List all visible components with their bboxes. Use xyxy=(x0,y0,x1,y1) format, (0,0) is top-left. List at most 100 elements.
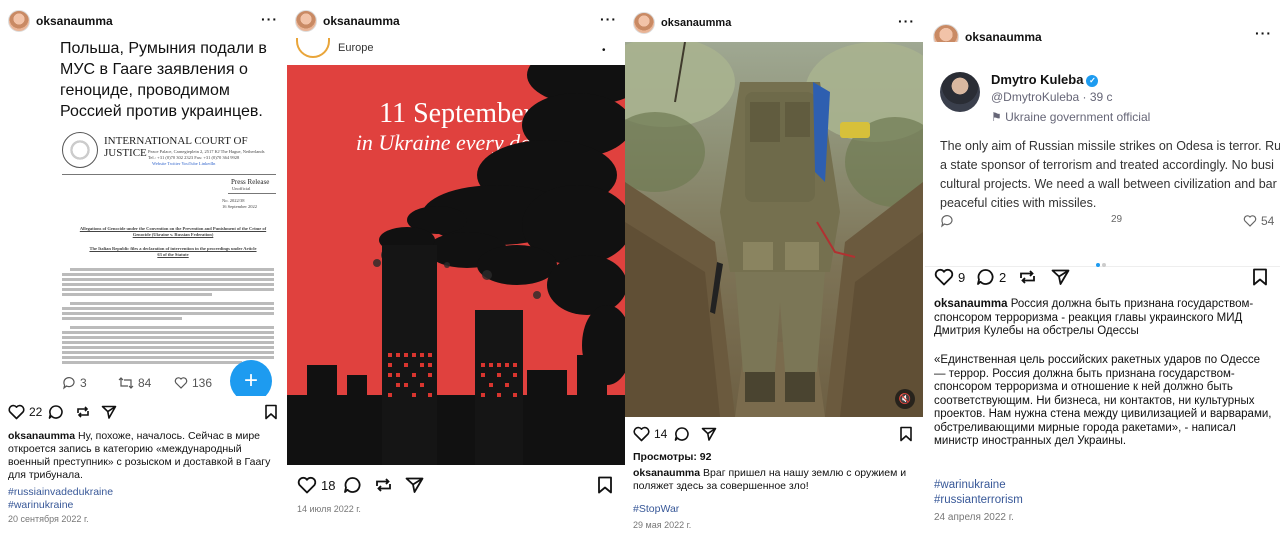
save-button[interactable] xyxy=(597,476,613,494)
username[interactable]: oksanaumma xyxy=(36,14,113,28)
bookmark-icon xyxy=(1253,268,1267,286)
caption-username[interactable]: oksanaumma xyxy=(8,430,75,442)
dot-icon: • xyxy=(602,45,606,56)
text-line xyxy=(62,336,274,339)
flag-icon: ⚑ xyxy=(991,110,1006,124)
share-button[interactable] xyxy=(405,476,424,494)
caption-quote: «Единственная цель российских ракетных у… xyxy=(934,354,1272,447)
username[interactable]: oksanaumma xyxy=(323,14,400,28)
comment-button[interactable] xyxy=(48,404,64,420)
reply-icon xyxy=(63,377,75,390)
save-button[interactable] xyxy=(899,426,913,442)
post-date: 24 апреля 2022 г. xyxy=(934,512,1014,523)
avatar[interactable] xyxy=(8,10,30,32)
reply-count[interactable]: 3 xyxy=(62,376,87,390)
like-count[interactable]: 136 xyxy=(174,376,212,390)
comment-icon xyxy=(674,427,689,441)
like-button[interactable]: 9 xyxy=(934,268,965,286)
comment-button[interactable] xyxy=(674,426,690,442)
hashtag[interactable]: #warinukraine xyxy=(8,499,113,512)
share-button[interactable] xyxy=(1051,268,1070,286)
divider xyxy=(62,174,276,175)
icj-links: Website Twitter YouTube LinkedIn xyxy=(152,161,216,166)
retweet-icon xyxy=(118,377,134,389)
post-date: 29 мая 2022 г. xyxy=(633,520,692,530)
post-1: oksanaumma ··· Польша, Румыния подали в … xyxy=(0,0,286,535)
like-button[interactable]: 14 xyxy=(633,426,667,442)
bookmark-icon xyxy=(598,476,612,494)
caption: oksanaumma Враг пришел на нашу землю с о… xyxy=(633,467,918,493)
plus-icon: + xyxy=(243,367,258,394)
text-line xyxy=(70,302,274,305)
hashtags: #StopWar xyxy=(633,503,679,516)
heart-icon xyxy=(934,268,954,286)
text-line xyxy=(62,356,274,359)
avatar[interactable] xyxy=(633,12,655,34)
comment-button[interactable] xyxy=(343,476,362,494)
repost-icon xyxy=(376,478,391,492)
text-line xyxy=(62,351,274,354)
text-line xyxy=(62,283,274,286)
more-options-icon[interactable]: ··· xyxy=(898,13,915,29)
share-button[interactable] xyxy=(701,426,717,442)
text-line xyxy=(62,293,212,296)
like-button[interactable]: 18 xyxy=(297,476,335,494)
repost-icon xyxy=(1020,270,1035,284)
more-options-icon[interactable]: ··· xyxy=(261,11,278,27)
compose-fab-button[interactable]: + xyxy=(230,360,272,396)
heart-icon xyxy=(633,426,650,442)
share-button[interactable] xyxy=(101,404,117,420)
comment-button[interactable]: 2 xyxy=(976,268,1006,286)
unofficial-label: Unofficial xyxy=(232,186,251,191)
caption-username[interactable]: oksanaumma xyxy=(934,298,1008,310)
reply-icon xyxy=(941,215,953,228)
tweet-screenshot[interactable]: Dmytro Kuleba ✓ @DmytroKuleba · 39 с ⚑ Uk… xyxy=(925,42,1280,267)
post-image[interactable]: 11 September in Ukraine every day... xyxy=(287,65,625,465)
heart-icon xyxy=(174,377,188,389)
avatar[interactable] xyxy=(295,10,317,32)
comment-count: 2 xyxy=(999,269,1007,285)
send-icon xyxy=(405,477,424,493)
post-video[interactable]: 🔇 xyxy=(625,42,923,417)
send-icon xyxy=(101,405,117,419)
more-options-icon[interactable]: ··· xyxy=(600,11,617,27)
username[interactable]: oksanaumma xyxy=(661,17,731,29)
tweet-avatar xyxy=(940,72,980,112)
burning-towers-illustration xyxy=(287,65,625,465)
save-button[interactable] xyxy=(264,404,278,420)
post-date: 14 июля 2022 г. xyxy=(297,504,361,514)
text-line xyxy=(62,361,242,364)
hashtag[interactable]: #russiainvadedukraine xyxy=(8,486,113,499)
comment-icon xyxy=(48,405,63,419)
more-options-icon[interactable]: ··· xyxy=(1255,25,1272,41)
retweet-count[interactable]: 84 xyxy=(118,376,151,390)
tweet-author: Dmytro Kuleba ✓ xyxy=(991,72,1099,87)
text-line xyxy=(62,312,274,315)
tweet-label: ⚑ Ukraine government official xyxy=(991,110,1151,124)
repost-icon xyxy=(77,406,89,418)
hashtags: #russiainvadedukraine #warinukraine xyxy=(8,486,113,512)
text-line xyxy=(62,317,182,320)
carousel-dot xyxy=(1102,263,1106,267)
hashtag[interactable]: #russianterrorism xyxy=(934,493,1023,508)
caption-username[interactable]: oksanaumma xyxy=(633,467,700,479)
repost-button[interactable] xyxy=(1018,268,1037,286)
heart-icon xyxy=(297,476,317,494)
hashtag[interactable]: #StopWar xyxy=(633,503,679,516)
divider xyxy=(228,193,276,194)
repost-button[interactable] xyxy=(374,476,393,494)
tweet-reply xyxy=(940,214,954,228)
comment-icon xyxy=(977,269,994,285)
doc-heading: Польша, Румыния подали в МУС в Гааге зая… xyxy=(60,40,267,120)
save-button[interactable] xyxy=(1252,268,1268,286)
repost-button[interactable] xyxy=(75,404,91,420)
hashtag[interactable]: #warinukraine xyxy=(934,478,1023,493)
like-count: 22 xyxy=(29,405,43,419)
comment-icon xyxy=(344,477,361,493)
mute-icon[interactable]: 🔇 xyxy=(895,389,915,409)
caption: oksanaumma Ну, похоже, началось. Сейчас … xyxy=(8,430,278,482)
post-image[interactable]: Польша, Румыния подали в МУС в Гааге зая… xyxy=(0,36,286,396)
tweet-text: The only aim of Russian missile strikes … xyxy=(940,139,1280,210)
like-button[interactable]: 22 xyxy=(8,404,42,420)
caption: oksanaumma Россия должна быть признана г… xyxy=(934,298,1272,339)
